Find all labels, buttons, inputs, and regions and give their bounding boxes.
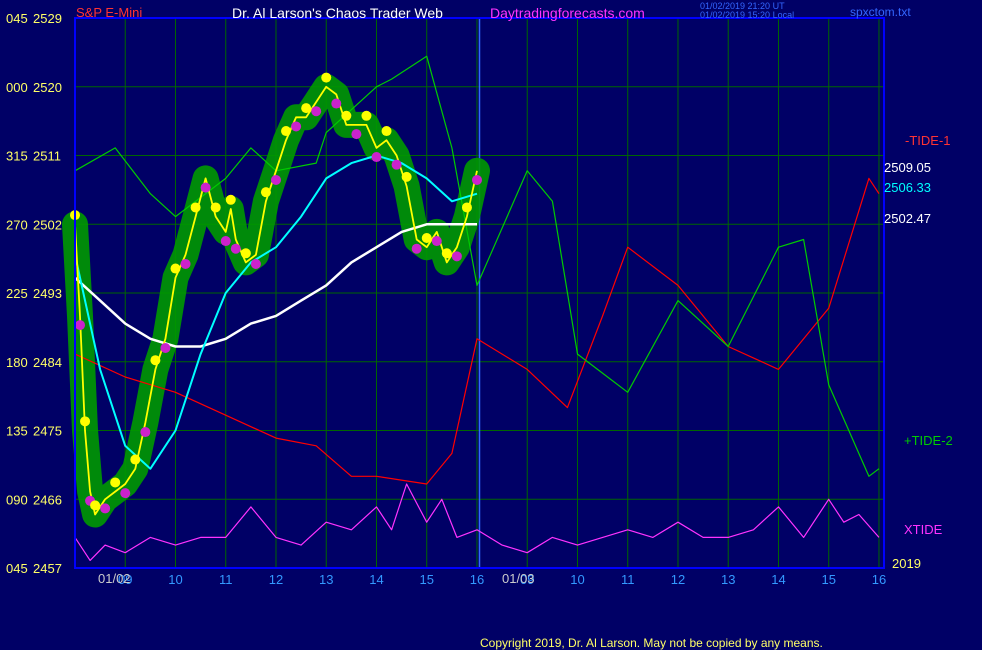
low-marker <box>160 343 171 353</box>
x-tick: 13 <box>319 572 333 587</box>
low-marker <box>140 427 151 438</box>
y-tick-left: 000 <box>6 80 28 95</box>
low-marker <box>431 236 442 247</box>
year-label: 2019 <box>892 556 921 571</box>
copyright-notice: Copyright 2019, Dr. Al Larson. May not b… <box>480 636 823 650</box>
tide1-label: -TIDE-1 <box>905 133 951 148</box>
low-marker <box>331 98 342 109</box>
low-marker <box>451 251 462 262</box>
y-tick-left: 315 <box>6 149 28 164</box>
high-marker <box>225 194 236 205</box>
y-tick-left: 045 <box>6 11 28 26</box>
y-tick-price: 2493 <box>33 286 62 301</box>
x-tick: 12 <box>269 572 283 587</box>
high-marker <box>461 202 472 213</box>
site-link[interactable]: Daytradingforecasts.com <box>490 5 645 21</box>
x-tick: 10 <box>168 572 182 587</box>
y-tick-price: 2520 <box>33 80 62 95</box>
symbol-label: S&P E-Mini <box>76 5 143 20</box>
low-marker <box>120 488 131 499</box>
high-marker <box>260 187 271 198</box>
high-marker <box>401 171 412 182</box>
xtide-label: XTIDE <box>904 522 943 537</box>
y-tick-left: 180 <box>6 355 28 370</box>
high-marker <box>240 248 251 259</box>
low-marker <box>391 159 402 170</box>
high-marker <box>321 72 332 83</box>
y-tick-price: 2457 <box>33 561 62 576</box>
ema-slow-last-label: 2502.47 <box>884 211 931 226</box>
low-marker <box>311 106 322 117</box>
high-marker <box>130 454 141 465</box>
high-marker <box>281 126 292 137</box>
y-tick-left: 270 <box>6 217 28 232</box>
high-marker <box>361 110 372 121</box>
low-marker <box>250 258 261 269</box>
tide2-label: +TIDE-2 <box>904 433 953 448</box>
low-marker <box>200 182 211 193</box>
high-marker <box>110 477 121 488</box>
x-tick: 16 <box>470 572 484 587</box>
low-marker <box>230 243 241 254</box>
x-tick: 10 <box>570 572 584 587</box>
y-tick-price: 2475 <box>33 424 62 439</box>
y-tick-left: 135 <box>6 424 28 439</box>
filename-label: spxctom.txt <box>850 5 911 19</box>
y-tick-price: 2502 <box>33 217 62 232</box>
x-tick: 16 <box>872 572 886 587</box>
high-marker <box>150 355 161 366</box>
low-marker <box>270 174 281 185</box>
high-marker <box>90 500 101 511</box>
x-tick: 13 <box>721 572 735 587</box>
chart-canvas: 045 2457 090 2466 135 2475 180 2484 225 2493 270 25… <box>0 0 982 650</box>
low-marker <box>100 503 111 514</box>
low-marker <box>291 121 302 132</box>
x-tick: 15 <box>420 572 434 587</box>
high-marker <box>441 248 452 259</box>
low-marker <box>351 129 362 140</box>
x-tick: 11 <box>621 572 635 587</box>
high-marker <box>301 103 312 114</box>
y-tick-price: 2484 <box>33 355 62 370</box>
low-marker <box>471 174 482 185</box>
x-tick: 14 <box>369 572 383 587</box>
high-marker <box>210 202 221 213</box>
y-tick-price: 2511 <box>33 149 61 164</box>
y-tick-left: 090 <box>6 492 28 507</box>
high-marker <box>80 416 91 427</box>
date-label-day2: 01/03 <box>502 571 535 586</box>
y-tick-price: 2529 <box>33 11 62 26</box>
y-tick-left: 045 <box>6 561 28 576</box>
low-marker <box>75 320 86 331</box>
price-last-label: 2509.05 <box>884 160 931 175</box>
ema-fast-last-label: 2506.33 <box>884 180 931 195</box>
high-marker <box>170 263 181 274</box>
high-marker <box>381 126 392 137</box>
date-label-day1: 01/02 <box>98 571 131 586</box>
low-marker <box>411 243 422 254</box>
chart-background <box>0 0 982 650</box>
x-tick: 15 <box>821 572 835 587</box>
high-marker <box>421 233 432 243</box>
y-tick-price: 2466 <box>33 492 62 507</box>
low-marker <box>180 258 191 269</box>
low-marker <box>371 152 382 163</box>
low-marker <box>220 236 231 247</box>
high-marker <box>341 110 352 121</box>
high-marker <box>190 202 201 213</box>
y-tick-left: 225 <box>6 286 28 301</box>
timestamp-local: 01/02/2019 15:20 Local <box>700 10 795 20</box>
page-title: Dr. Al Larson's Chaos Trader Web <box>232 5 443 21</box>
x-tick: 11 <box>219 572 233 587</box>
x-tick: 12 <box>671 572 685 587</box>
x-tick: 14 <box>771 572 785 587</box>
